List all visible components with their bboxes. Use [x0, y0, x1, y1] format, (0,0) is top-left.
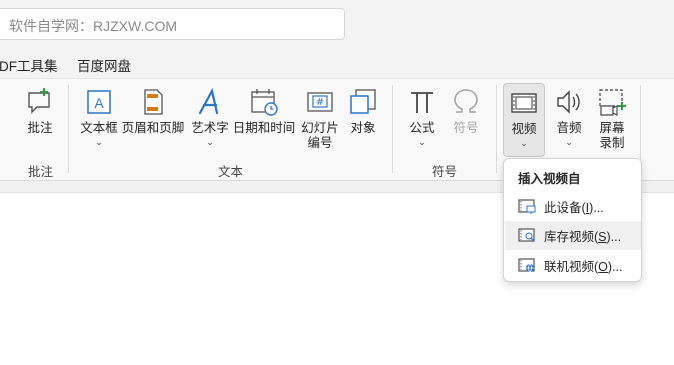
comment-group-label: 批注: [28, 165, 54, 179]
menu-tabs: DF工具集 百度网盘: [0, 48, 674, 78]
menu-item-stock-videos[interactable]: 库存视频(S)...: [505, 221, 641, 250]
header-footer-icon: [136, 85, 170, 119]
symbol-group-label: 符号: [432, 165, 458, 179]
omega-icon: [449, 85, 483, 119]
separator: [392, 85, 393, 173]
device-video-icon: [517, 198, 537, 215]
tab-pdf-tools[interactable]: DF工具集: [0, 55, 58, 75]
wordart-icon: [193, 85, 227, 119]
equation-button[interactable]: 公式 ⌄: [404, 85, 440, 147]
film-icon: [507, 86, 541, 120]
slide-number-icon: #: [303, 85, 337, 119]
chevron-down-icon: ⌄: [520, 138, 528, 148]
menu-item-online-videos[interactable]: 联机视频(O)...: [505, 251, 641, 280]
screen-recording-button[interactable]: 屏幕 录制: [594, 85, 630, 151]
textbox-button[interactable]: A 文本框 ⌄: [78, 85, 120, 147]
object-button[interactable]: 对象: [345, 85, 381, 136]
search-box[interactable]: 软件自学网：RJZXW.COM: [0, 8, 345, 40]
header-footer-button[interactable]: 页眉和页脚: [122, 85, 184, 136]
dropdown-header: 插入视频自: [518, 172, 581, 186]
separator: [496, 85, 497, 173]
date-time-button[interactable]: 日期和时间: [233, 85, 295, 136]
speaker-icon: [552, 85, 586, 119]
svg-text:A: A: [94, 95, 104, 111]
search-text: 软件自学网：RJZXW.COM: [9, 18, 177, 34]
object-icon: [346, 85, 380, 119]
wordart-button[interactable]: 艺术字 ⌄: [190, 85, 230, 147]
symbol-button: 符号: [448, 85, 484, 136]
textbox-icon: A: [82, 85, 116, 119]
comment-icon: [23, 85, 57, 119]
chevron-down-icon: ⌄: [206, 137, 214, 147]
text-group-label: 文本: [218, 165, 244, 179]
video-button[interactable]: 视频 ⌄: [503, 83, 545, 157]
insert-video-dropdown: 插入视频自 此设备(I)... 库存视频(S)... 联机视频(O)...: [503, 158, 642, 282]
menu-item-this-device[interactable]: 此设备(I)...: [505, 192, 641, 221]
separator: [68, 85, 69, 173]
screen-record-icon: [595, 85, 629, 119]
comment-button[interactable]: 批注: [22, 85, 58, 136]
online-video-icon: [517, 257, 537, 274]
tab-baidu-netdisk[interactable]: 百度网盘: [77, 55, 131, 75]
pi-icon: [405, 85, 439, 119]
title-area: 软件自学网：RJZXW.COM: [0, 0, 674, 48]
svg-text:#: #: [316, 97, 324, 108]
stock-video-icon: [517, 227, 537, 244]
chevron-down-icon: ⌄: [95, 137, 103, 147]
audio-button[interactable]: 音频 ⌄: [551, 85, 587, 147]
calendar-clock-icon: [247, 85, 281, 119]
chevron-down-icon: ⌄: [565, 137, 573, 147]
chevron-down-icon: ⌄: [418, 137, 426, 147]
slide-number-button[interactable]: # 幻灯片 编号: [300, 85, 340, 151]
